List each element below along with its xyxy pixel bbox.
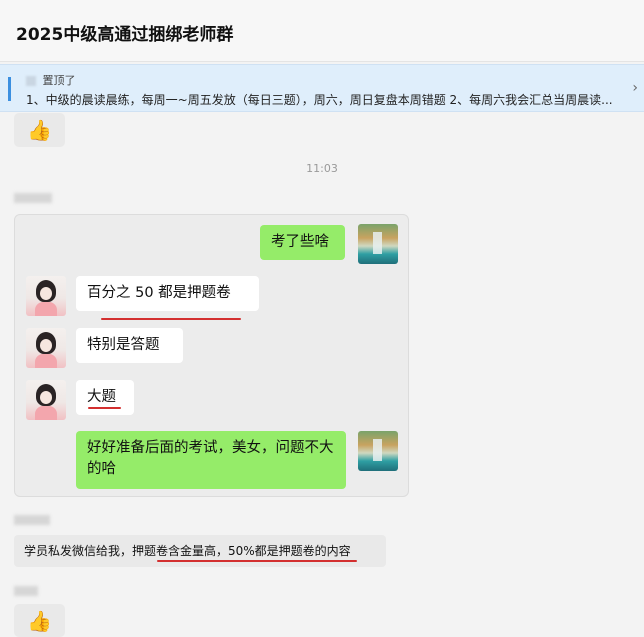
pinned-message-banner[interactable]: 置顶了 1、中级的晨读晨练，每周一~周五发放（每日三题），周六，周日复盘本周错题… <box>0 64 644 112</box>
pin-label: 置顶了 <box>42 74 76 87</box>
avatar <box>26 380 66 420</box>
message-bubble[interactable]: 学员私发微信给我，押题卷含金量高，50%都是押题卷的内容 <box>14 535 386 567</box>
message-bubble-thumbs-up[interactable]: 👍 <box>14 604 65 637</box>
quoted-chat-screenshot[interactable]: 考了些啥 百分之 50 都是押题卷 特别是答题 大题 好好准备后面的考试，美女，… <box>14 214 409 497</box>
pin-accent-bar <box>8 77 11 101</box>
thumbs-up-icon: 👍 <box>27 608 52 633</box>
chat-bubble-left: 大题 <box>76 380 134 415</box>
message-bubble-thumbs-up[interactable]: 👍 <box>14 113 65 147</box>
red-underline <box>101 318 241 320</box>
avatar <box>26 328 66 368</box>
red-underline <box>88 407 121 409</box>
avatar <box>26 276 66 316</box>
group-title: 2025中级高通过捆绑老师群 <box>16 25 234 45</box>
red-underline <box>157 560 357 562</box>
chat-bubble-right: 考了些啥 <box>260 225 345 260</box>
chat-header: 2025中级高通过捆绑老师群 <box>0 0 644 62</box>
chevron-right-icon[interactable]: › <box>632 80 638 96</box>
timestamp: 11:03 <box>306 162 338 175</box>
avatar <box>358 431 398 471</box>
chat-bubble-left: 特别是答题 <box>76 328 183 363</box>
avatar <box>358 224 398 264</box>
sender-name-blurred <box>14 515 50 525</box>
pin-label-row: 置顶了 <box>26 72 76 88</box>
thumbs-up-icon: 👍 <box>27 118 52 142</box>
pinned-text: 1、中级的晨读晨练，每周一~周五发放（每日三题），周六，周日复盘本周错题 2、每… <box>26 93 613 107</box>
blurred-avatar <box>26 76 36 86</box>
sender-name-blurred <box>14 586 38 596</box>
sender-name-blurred <box>14 193 52 203</box>
chat-bubble-right: 好好准备后面的考试，美女，问题不大的哈 <box>76 431 346 489</box>
chat-bubble-left: 百分之 50 都是押题卷 <box>76 276 259 311</box>
